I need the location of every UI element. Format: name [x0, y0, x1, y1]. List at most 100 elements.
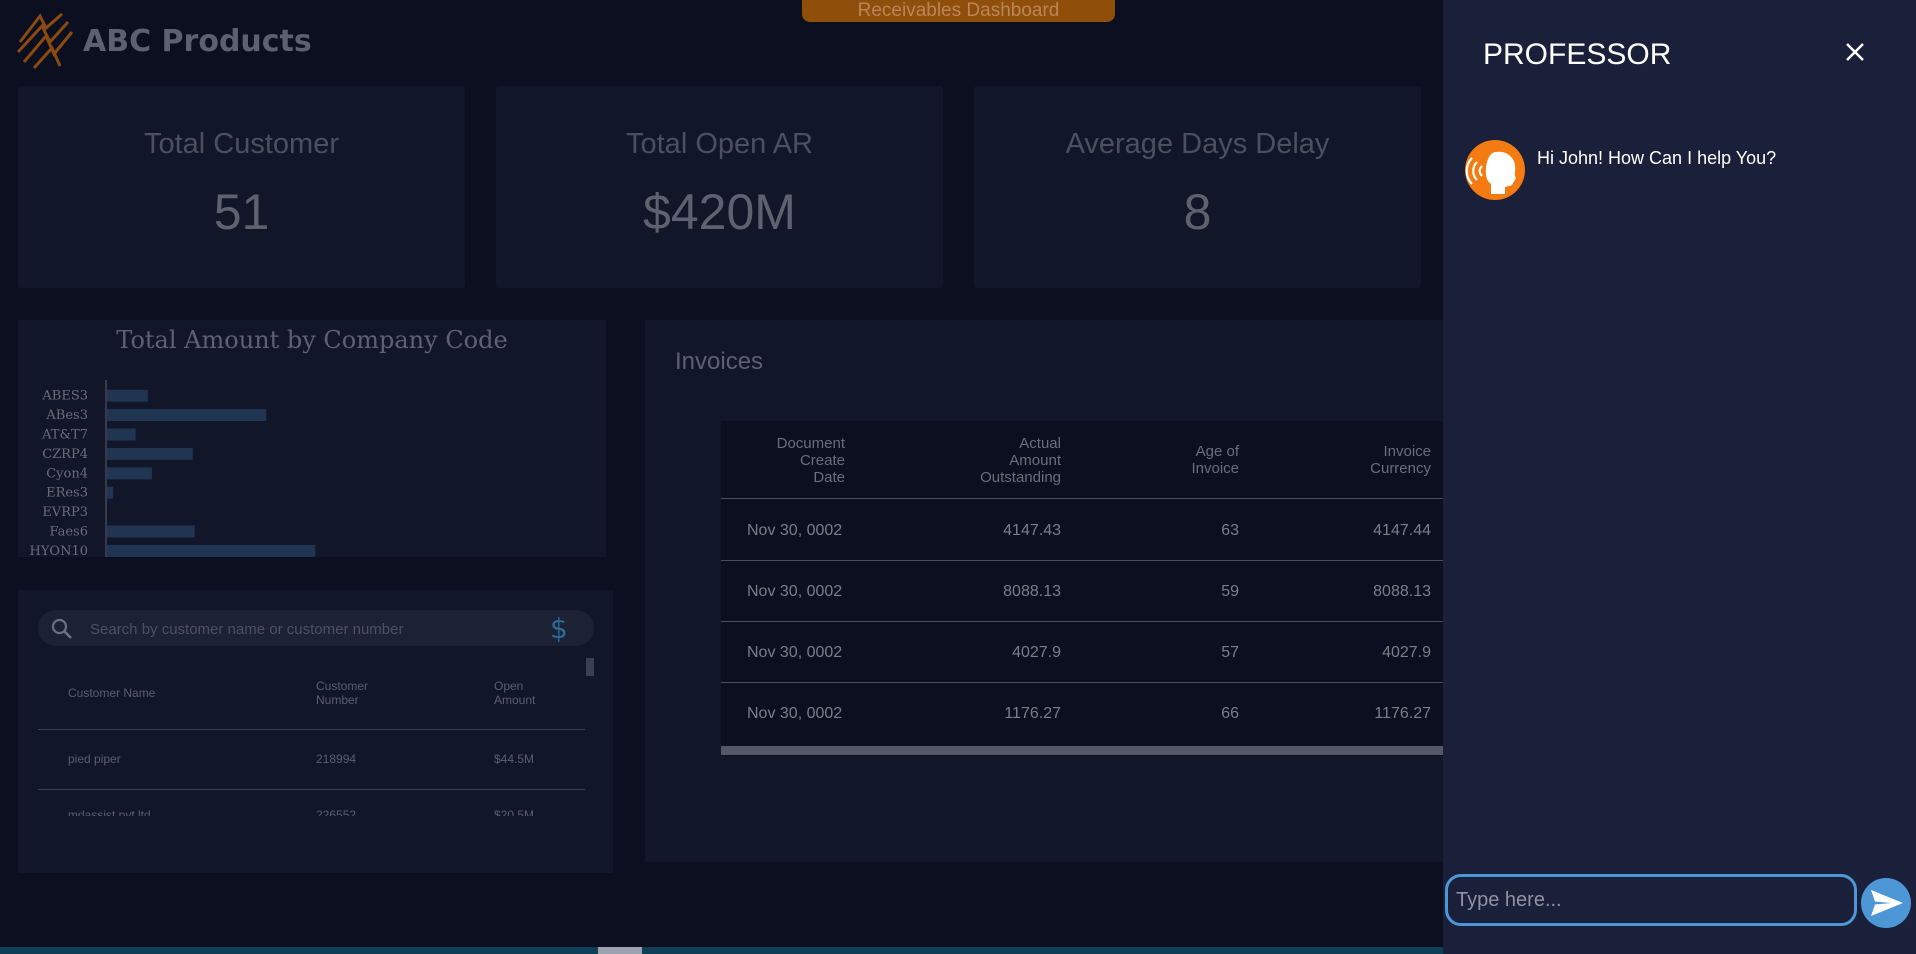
col-header-customer-number[interactable]: Customer Number — [316, 679, 368, 707]
send-button[interactable] — [1861, 878, 1911, 928]
invoice-date: Nov 30, 0002 — [747, 583, 843, 600]
col-header-open-amount[interactable]: Open Amount — [494, 679, 535, 707]
customer-number: 226552 — [316, 808, 357, 816]
invoice-outstanding: 8088.13 — [1003, 583, 1061, 600]
invoice-currency: 4027.9 — [1382, 644, 1431, 661]
header-line: Age of — [1195, 443, 1239, 460]
header-line: Customer — [316, 679, 369, 693]
header-line: Number — [316, 693, 359, 707]
invoice-outstanding: 4027.9 — [1012, 644, 1061, 661]
page-horizontal-scrollbar[interactable] — [0, 947, 1443, 954]
bar[interactable] — [107, 525, 195, 538]
invoice-currency: 1176.27 — [1374, 705, 1431, 722]
invoice-age: 63 — [1221, 522, 1239, 539]
kpi-label: Total Customer — [143, 128, 339, 160]
invoice-date: Nov 30, 0002 — [747, 644, 843, 661]
invoice-age: 57 — [1221, 644, 1239, 661]
kpi-card-total-open-ar: Total Open AR $420M — [496, 86, 943, 288]
kpi-card-average-days-delay: Average Days Delay 8 — [974, 86, 1421, 288]
bar-chart: ABES3 ABes3 AT&T7 CZRP4 Cyon4 ERes3 EVRP3 Faes6… — [30, 380, 316, 557]
customer-name: mdassist pvt ltd — [68, 808, 151, 816]
customer-panel: $ Customer Name Customer Number Open Amo… — [18, 590, 613, 873]
header-line: Invoice — [1191, 460, 1239, 477]
kpi-label: Average Days Delay — [1065, 128, 1330, 160]
invoices-horizontal-scrollbar[interactable] — [721, 746, 1445, 755]
divider — [721, 682, 1445, 683]
search-icon[interactable] — [50, 617, 74, 641]
bar[interactable] — [107, 467, 152, 480]
kpi-value: 51 — [213, 184, 270, 240]
invoice-currency: 8088.13 — [1373, 583, 1431, 600]
header-line: Actual — [1019, 435, 1061, 452]
invoice-age: 66 — [1221, 705, 1239, 722]
invoice-age: 59 — [1221, 583, 1239, 600]
header-line: Amount — [494, 693, 536, 707]
col-header-customer-name[interactable]: Customer Name — [68, 686, 155, 700]
header-line: Document — [776, 435, 845, 452]
invoices-table: Document Create Date Actual Amount Outst… — [721, 421, 1445, 756]
invoice-date: Nov 30, 0002 — [747, 705, 843, 722]
chat-panel: PROFESSOR Hi John! How Can I help You? — [1443, 0, 1916, 954]
bar[interactable] — [107, 428, 136, 441]
tick-label: EVRP3 — [42, 505, 88, 520]
divider — [38, 729, 585, 730]
bar[interactable] — [107, 389, 148, 402]
dashboard-tab[interactable]: Receivables Dashboard — [802, 0, 1115, 22]
tick-label: HYON10 — [30, 544, 89, 557]
tick-label: AT&T7 — [41, 428, 88, 443]
header-line: Open — [494, 679, 524, 693]
tick-label: ERes3 — [46, 486, 88, 501]
kpi-value: $420M — [643, 184, 796, 240]
tick-label: Faes6 — [49, 525, 88, 540]
col-header-invoice-currency[interactable]: Invoice Currency — [1370, 443, 1431, 477]
divider — [721, 560, 1445, 561]
bot-message: Hi John! How Can I help You? — [1537, 148, 1777, 168]
kpi-label: Total Open AR — [626, 128, 813, 160]
col-header-actual-amount-outstanding[interactable]: Actual Amount Outstanding — [980, 435, 1061, 486]
tick-label: CZRP4 — [42, 447, 88, 462]
tick-label: Cyon4 — [46, 466, 88, 481]
invoice-outstanding: 1176.27 — [1004, 705, 1061, 722]
tick-label: ABES3 — [41, 389, 88, 404]
header-line: Outstanding — [980, 469, 1061, 486]
speaking-head-icon — [1465, 151, 1516, 194]
bar[interactable] — [107, 486, 114, 499]
col-header-document-create-date[interactable]: Document Create Date — [777, 435, 845, 486]
header-line: Invoice — [1383, 443, 1431, 460]
divider — [38, 789, 585, 790]
bar[interactable] — [107, 544, 316, 557]
bar[interactable] — [107, 447, 193, 460]
bot-avatar — [1465, 140, 1525, 200]
open-amount: $20.5M — [494, 808, 535, 816]
header-line: Currency — [1370, 460, 1431, 477]
header-line: Amount — [1009, 452, 1061, 469]
divider — [721, 621, 1445, 622]
close-icon[interactable] — [1843, 40, 1867, 64]
header-line: Create — [799, 452, 845, 469]
tick-label: ABes3 — [45, 408, 88, 423]
invoices-panel: Invoices Document Create Date Actual Amo… — [645, 320, 1445, 862]
kpi-card-total-customer: Total Customer 51 — [18, 86, 465, 288]
search-input[interactable] — [88, 610, 532, 648]
chat-title: PROFESSOR — [1483, 38, 1672, 71]
header-line: Date — [813, 469, 845, 486]
bar[interactable] — [107, 409, 267, 422]
col-header-age-of-invoice[interactable]: Age of Invoice — [1191, 443, 1239, 477]
divider — [721, 498, 1445, 499]
invoices-title: Invoices — [675, 348, 764, 375]
kpi-value: 8 — [1183, 184, 1212, 240]
page-scroll-thumb[interactable] — [598, 947, 642, 954]
chat-input[interactable] — [1445, 874, 1857, 926]
invoice-currency: 4147.44 — [1373, 522, 1431, 539]
table-row[interactable]: mdassist pvt ltd 226552 $20.5M — [18, 808, 613, 816]
send-icon — [1871, 890, 1903, 916]
customer-list-scrollbar[interactable] — [586, 658, 594, 676]
dollar-icon[interactable]: $ — [550, 612, 568, 645]
customer-number: 218994 — [316, 752, 357, 766]
abc-logo-icon — [16, 12, 74, 70]
invoice-date: Nov 30, 0002 — [747, 522, 843, 539]
search-bar: $ — [38, 610, 594, 648]
chart-title: Total Amount by Company Code — [116, 326, 508, 354]
open-amount: $44.5M — [494, 752, 535, 766]
company-code-chart-panel: Total Amount by Company Code ABES3 ABes3 A… — [18, 320, 606, 557]
